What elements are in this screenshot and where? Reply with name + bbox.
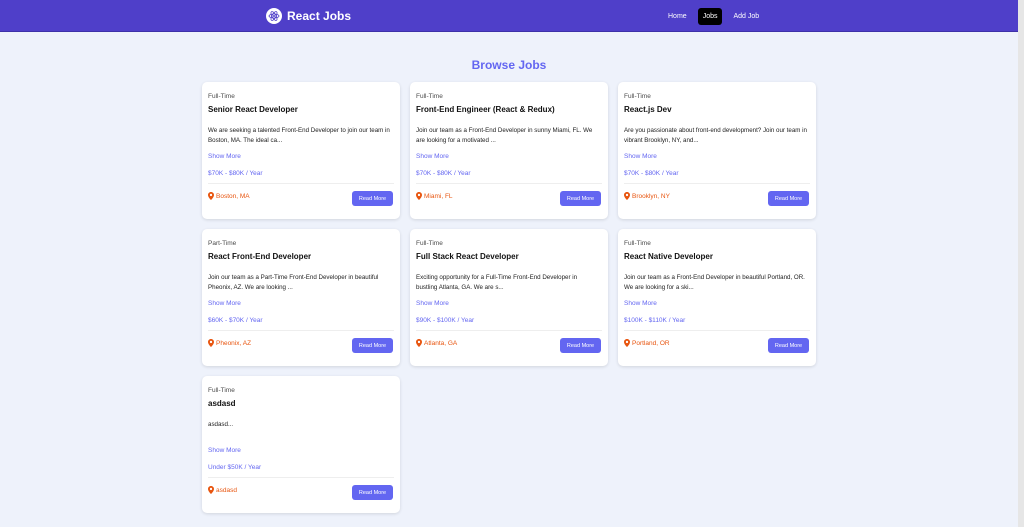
show-more-link[interactable]: Show More [208,300,241,307]
show-more-link[interactable]: Show More [624,300,657,307]
nav-link-home[interactable]: Home [663,8,692,25]
job-location-text: Brooklyn, NY [632,192,670,200]
job-card: Full-Time React.js Dev Are you passionat… [618,82,816,219]
map-pin-icon [624,192,630,200]
show-more-link[interactable]: Show More [624,153,657,160]
nav-link-add-job[interactable]: Add Job [728,8,764,25]
show-more-link[interactable]: Show More [208,153,241,160]
map-pin-icon [416,339,422,347]
job-location: Boston, MA [208,192,250,200]
read-more-button[interactable]: Read More [768,191,809,206]
read-more-button[interactable]: Read More [352,191,393,206]
read-more-button[interactable]: Read More [560,191,601,206]
job-location-text: Pheonix, AZ [216,339,252,347]
job-title: React.js Dev [624,105,672,114]
read-more-button[interactable]: Read More [352,485,393,500]
card-divider [416,330,602,331]
card-divider [208,477,394,478]
card-divider [624,330,810,331]
map-pin-icon [208,486,214,494]
map-pin-icon [208,339,214,347]
card-divider [624,183,810,184]
job-location: Miami, FL [416,192,453,200]
job-card: Full-Time Front-End Engineer (React & Re… [410,82,608,219]
job-title: React Native Developer [624,252,713,261]
read-more-button[interactable]: Read More [560,338,601,353]
job-salary: $90K - $100K / Year [416,317,475,324]
scrollbar-track[interactable] [1018,0,1024,527]
job-salary: Under $50K / Year [208,464,262,471]
job-salary: $70K - $80K / Year [624,170,679,177]
job-description: Join our team as a Front-End Developer i… [624,274,805,291]
job-description: asdasd... [208,421,234,428]
job-location: Brooklyn, NY [624,192,670,200]
map-pin-icon [208,192,214,200]
job-grid: Full-Time Senior React Developer We are … [202,82,816,513]
job-description: Exciting opportunity for a Full-Time Fro… [416,274,578,291]
brand-link[interactable]: React Jobs [266,7,351,25]
job-type: Full-Time [416,240,443,247]
job-title: Front-End Engineer (React & Redux) [416,105,555,114]
job-type: Full-Time [416,93,443,100]
show-more-link[interactable]: Show More [416,153,449,160]
job-card: Full-Time Senior React Developer We are … [202,82,400,219]
job-salary: $60K - $70K / Year [208,317,263,324]
job-description: Join our team as a Part-Time Front-End D… [208,274,379,291]
job-salary: $100K - $110K / Year [624,317,686,324]
job-salary: $70K - $80K / Year [416,170,471,177]
job-title: React Front-End Developer [208,252,312,261]
job-type: Full-Time [208,93,235,100]
map-pin-icon [624,339,630,347]
card-divider [208,330,394,331]
read-more-button[interactable]: Read More [768,338,809,353]
job-location-text: Miami, FL [424,192,453,200]
card-divider [208,183,394,184]
show-more-link[interactable]: Show More [208,447,241,454]
job-description: Join our team as a Front-End Developer i… [416,127,593,144]
job-location-text: asdasd [216,486,237,494]
read-more-button[interactable]: Read More [352,338,393,353]
show-more-link[interactable]: Show More [416,300,449,307]
job-location: Portland, OR [624,339,670,347]
job-location-text: Atlanta, GA [424,339,458,347]
job-type: Full-Time [624,93,651,100]
navbar: React Jobs Home Jobs Add Job [0,0,1018,32]
react-logo-icon [266,8,282,24]
card-divider [416,183,602,184]
page-title: Browse Jobs [471,58,547,72]
job-type: Part-Time [208,240,237,247]
job-location-text: Boston, MA [216,192,250,200]
job-type: Full-Time [208,387,235,394]
job-card: Full-Time Full Stack React Developer Exc… [410,229,608,366]
job-card: Part-Time React Front-End Developer Join… [202,229,400,366]
job-description: We are seeking a talented Front-End Deve… [208,127,390,144]
nav-link-jobs[interactable]: Jobs [697,8,723,25]
job-title: asdasd [208,399,236,408]
job-location-text: Portland, OR [632,339,670,347]
job-location: Atlanta, GA [416,339,457,347]
job-card: Full-Time asdasd asdasd... Show More Und… [202,376,400,513]
brand-name: React Jobs [287,9,352,23]
job-card: Full-Time React Native Developer Join ou… [618,229,816,366]
job-description: Are you passionate about front-end devel… [624,127,807,144]
job-title: Full Stack React Developer [416,252,519,261]
job-salary: $70K - $80K / Year [208,170,263,177]
map-pin-icon [416,192,422,200]
job-title: Senior React Developer [208,105,298,114]
nav-links: Home Jobs Add Job [663,8,764,25]
job-location: Pheonix, AZ [208,339,251,347]
job-type: Full-Time [624,240,651,247]
job-location: asdasd [208,486,237,494]
